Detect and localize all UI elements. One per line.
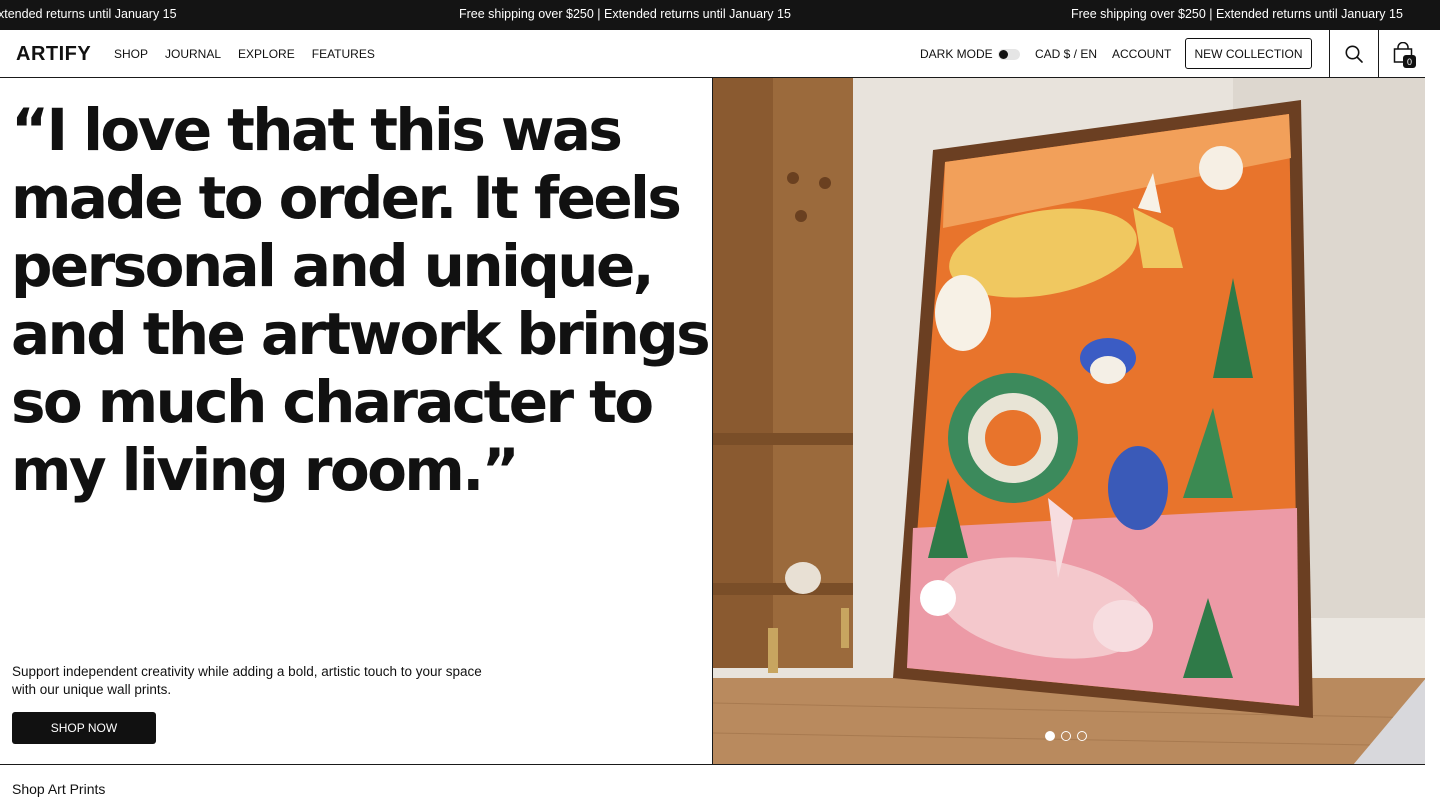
divider <box>1329 30 1330 77</box>
main-nav: SHOP JOURNAL EXPLORE FEATURES <box>114 47 375 61</box>
nav-item-explore[interactable]: EXPLORE <box>238 47 295 61</box>
hero-image <box>712 78 1425 765</box>
announcement-text: Free shipping over $250 | Extended retur… <box>459 7 791 21</box>
toggle-switch[interactable] <box>997 48 1020 60</box>
divider <box>1378 30 1379 77</box>
announcement-bar: xtended returns until January 15 Free sh… <box>0 0 1440 30</box>
nav-item-journal[interactable]: JOURNAL <box>165 47 221 61</box>
announcement-text: Free shipping over $250 | Extended retur… <box>1071 7 1403 21</box>
announcement-text: xtended returns until January 15 <box>0 7 177 21</box>
carousel-dot[interactable] <box>1045 731 1055 741</box>
site-header: ARTIFY SHOP JOURNAL EXPLORE FEATURES DAR… <box>0 30 1425 78</box>
logo[interactable]: ARTIFY <box>16 43 91 66</box>
nav-item-shop[interactable]: SHOP <box>114 47 148 61</box>
carousel-dots <box>1045 731 1087 741</box>
currency-selector[interactable]: CAD $ / EN <box>1035 47 1097 61</box>
hero-support-text: Support independent creativity while add… <box>12 664 482 697</box>
cart-button[interactable]: 0 <box>1392 41 1418 70</box>
shop-now-button[interactable]: SHOP NOW <box>12 712 156 744</box>
search-icon[interactable] <box>1344 44 1364 64</box>
dark-mode-label: DARK MODE <box>920 47 993 61</box>
section-title: Shop Art Prints <box>12 781 106 797</box>
artwork-photo <box>713 78 1425 764</box>
dark-mode-toggle[interactable]: DARK MODE <box>920 47 1020 61</box>
account-link[interactable]: ACCOUNT <box>1112 47 1171 61</box>
carousel-dot[interactable] <box>1061 731 1071 741</box>
hero-text-panel: “I love that this was made to order. It … <box>0 78 712 765</box>
new-collection-button[interactable]: NEW COLLECTION <box>1185 38 1312 69</box>
testimonial-quote: “I love that this was made to order. It … <box>11 96 711 504</box>
carousel-dot[interactable] <box>1077 731 1087 741</box>
nav-item-features[interactable]: FEATURES <box>312 47 375 61</box>
cart-count-badge: 0 <box>1403 55 1416 68</box>
